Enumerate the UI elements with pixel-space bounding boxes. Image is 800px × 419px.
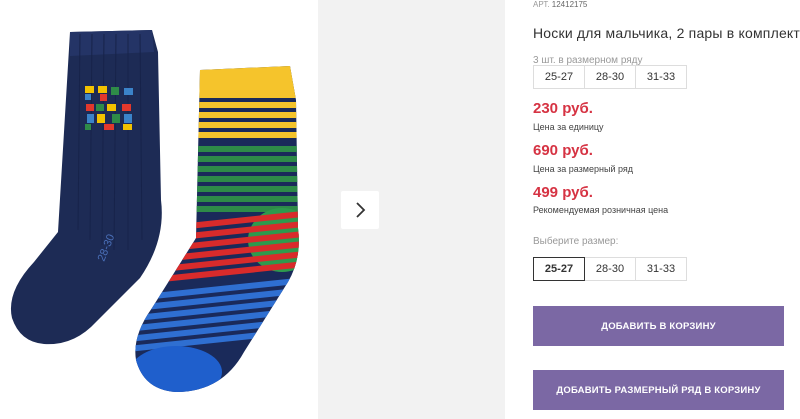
pack-size-31-33: 31-33 bbox=[635, 65, 687, 89]
size-option-31-33[interactable]: 31-33 bbox=[635, 257, 687, 281]
next-image-button[interactable] bbox=[341, 191, 379, 229]
product-gallery: 28-30 bbox=[0, 0, 505, 419]
retail-price: 499 руб. bbox=[533, 184, 593, 201]
product-info: АРТ. 12412175 Носки для мальчика, 2 пары… bbox=[533, 0, 800, 419]
pack-size-25-27: 25-27 bbox=[533, 65, 585, 89]
pack-size-28-30: 28-30 bbox=[584, 65, 636, 89]
row-price: 690 руб. bbox=[533, 142, 593, 159]
row-price-note: Цена за размерный ряд bbox=[533, 164, 634, 174]
product-sku: АРТ. 12412175 bbox=[533, 0, 587, 9]
add-to-cart-button[interactable]: ДОБАВИТЬ В КОРЗИНУ bbox=[533, 306, 784, 346]
choose-size-label: Выберите размер: bbox=[533, 236, 619, 247]
size-option-25-27[interactable]: 25-27 bbox=[533, 257, 585, 281]
unit-price-note: Цена за единицу bbox=[533, 122, 604, 132]
size-option-28-30[interactable]: 28-30 bbox=[584, 257, 636, 281]
sku-label: АРТ. bbox=[533, 0, 550, 9]
sku-code: 12412175 bbox=[551, 0, 588, 9]
product-image[interactable]: 28-30 bbox=[0, 0, 318, 419]
product-title: Носки для мальчика, 2 пары в комплекте bbox=[533, 25, 800, 41]
unit-price: 230 руб. bbox=[533, 100, 593, 117]
navy-sock: 28-30 bbox=[10, 30, 162, 345]
add-row-to-cart-button[interactable]: ДОБАВИТЬ РАЗМЕРНЫЙ РЯД В КОРЗИНУ bbox=[533, 370, 784, 410]
retail-price-note: Рекомендуемая розничная цена bbox=[533, 205, 669, 215]
pack-sizes: 25-27 28-30 31-33 bbox=[533, 65, 687, 89]
size-selector: 25-27 28-30 31-33 bbox=[533, 257, 687, 281]
chevron-right-icon bbox=[356, 202, 366, 218]
